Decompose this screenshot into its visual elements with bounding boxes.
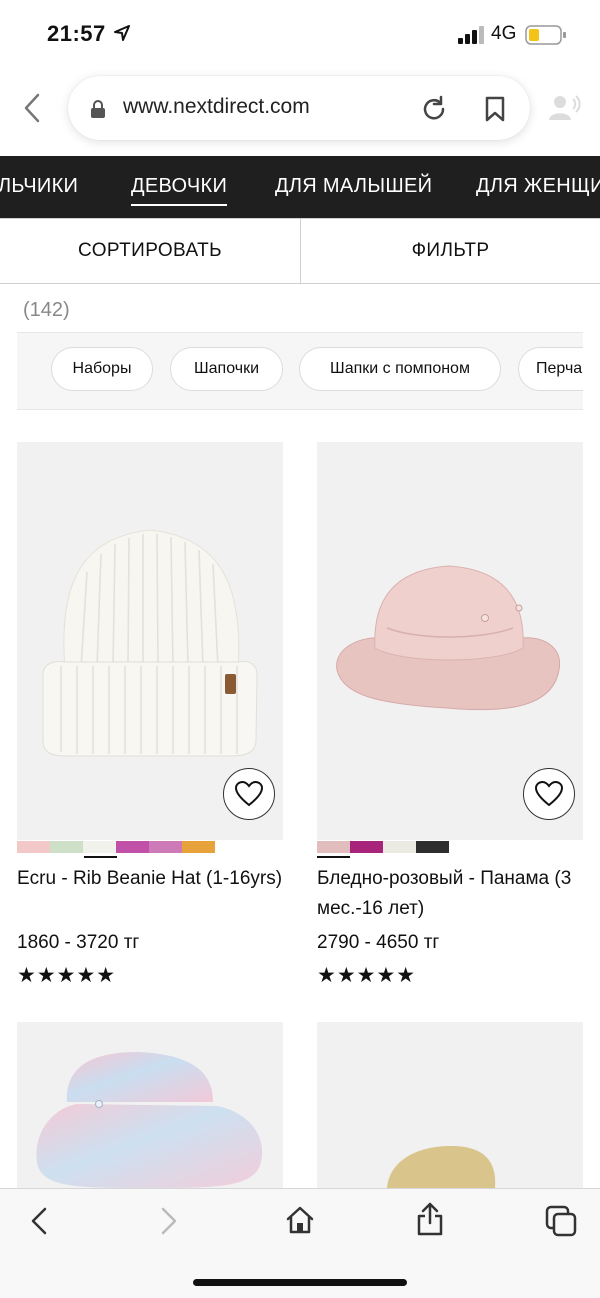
location-arrow-icon [114, 25, 130, 46]
product-image-bucket-hat[interactable] [317, 442, 583, 840]
lock-icon [90, 99, 106, 124]
color-swatch[interactable] [350, 841, 383, 853]
voice-assistant-icon[interactable] [548, 93, 582, 126]
product-price: 1860 - 3720 тг [17, 932, 140, 953]
straw-hat-illustration [387, 1146, 496, 1188]
rating-stars: ★★★★★ [17, 964, 117, 987]
share-icon[interactable] [416, 1201, 444, 1242]
status-time: 21:57 [47, 21, 106, 46]
filter-button[interactable]: ФИЛЬТР [301, 219, 600, 283]
color-swatch[interactable] [17, 841, 50, 853]
battery-icon [525, 24, 567, 51]
chip-sets[interactable]: Наборы [51, 347, 153, 391]
chip-pompom-hats[interactable]: Шапки с помпоном [299, 347, 501, 391]
category-nav: ЛЬЧИКИ ДЕВОЧКИ ДЛЯ МАЛЫШЕЙ ДЛЯ ЖЕНЩИ [0, 156, 600, 218]
wishlist-heart-icon[interactable] [223, 768, 275, 820]
forward-icon[interactable] [158, 1205, 180, 1242]
bookmark-icon[interactable] [484, 96, 506, 127]
sort-button[interactable]: СОРТИРОВАТЬ [0, 219, 300, 283]
wishlist-heart-icon[interactable] [523, 768, 575, 820]
product-price: 2790 - 4650 тг [317, 932, 440, 953]
home-indicator [193, 1279, 407, 1286]
quick-filter-chips: Наборы Шапочки Шапки с помпоном Перча [17, 332, 583, 410]
category-tab-women[interactable]: ДЛЯ ЖЕНЩИ [476, 175, 600, 198]
color-swatch[interactable] [116, 841, 149, 853]
browser-back-icon[interactable] [22, 92, 42, 129]
product-image-beanie[interactable] [17, 442, 283, 840]
category-tab-boys[interactable]: ЛЬЧИКИ [0, 175, 78, 198]
chip-beanies[interactable]: Шапочки [170, 347, 283, 391]
signal-bars-icon [458, 26, 486, 49]
product-name[interactable]: Бледно-розовый - Панама (3 мес.-16 лет) [317, 864, 587, 924]
status-bar: 21:57 4G [0, 0, 600, 70]
url-text[interactable]: www.nextdirect.com [123, 95, 310, 119]
selected-swatch-indicator [84, 856, 117, 858]
color-swatches[interactable] [317, 841, 449, 853]
color-swatch[interactable] [182, 841, 215, 853]
rating-stars: ★★★★★ [317, 964, 417, 987]
chip-gloves[interactable]: Перча [518, 347, 583, 391]
color-swatch[interactable] [83, 841, 116, 853]
back-icon[interactable] [28, 1205, 50, 1242]
category-tab-girls[interactable]: ДЕВОЧКИ [131, 175, 228, 206]
reload-icon[interactable] [420, 95, 448, 128]
address-bar[interactable]: www.nextdirect.com [68, 76, 530, 140]
product-name[interactable]: Ecru - Rib Beanie Hat (1-16yrs) [17, 864, 287, 894]
category-tab-babies[interactable]: ДЛЯ МАЛЫШЕЙ [275, 175, 432, 198]
selected-swatch-indicator [317, 856, 350, 858]
network-type: 4G [491, 23, 517, 44]
color-swatch[interactable] [416, 841, 449, 853]
sort-filter-bar: СОРТИРОВАТЬ ФИЛЬТР [0, 218, 600, 284]
product-image-straw-hat[interactable] [317, 1022, 583, 1188]
product-image-tie-dye-hat[interactable] [17, 1022, 283, 1188]
results-count: (142) [23, 299, 70, 321]
color-swatch[interactable] [50, 841, 83, 853]
color-swatch[interactable] [383, 841, 416, 853]
color-swatches[interactable] [17, 841, 215, 853]
tie-dye-hat-illustration [36, 1052, 263, 1188]
home-icon[interactable] [286, 1205, 314, 1240]
color-swatch[interactable] [317, 841, 350, 853]
color-swatch[interactable] [149, 841, 182, 853]
tabs-icon[interactable] [545, 1205, 577, 1242]
